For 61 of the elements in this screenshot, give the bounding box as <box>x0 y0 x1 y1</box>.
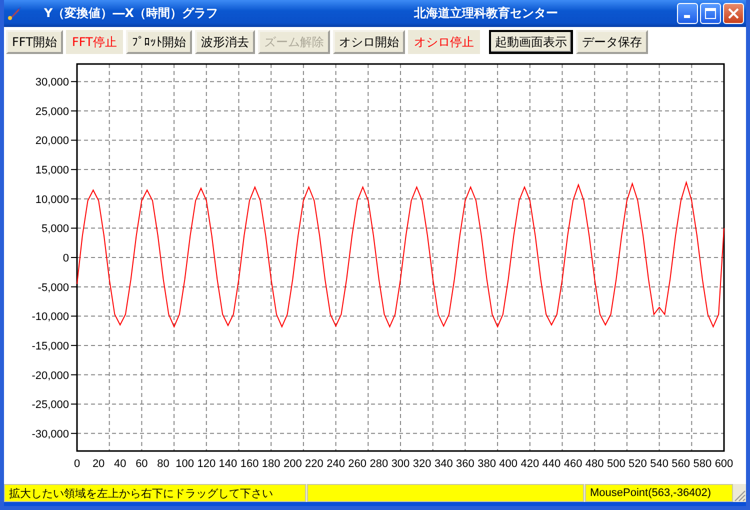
toolbar-button[interactable]: データ保存 <box>576 30 648 54</box>
x-tick-label: 380 <box>478 458 496 470</box>
y-tick-label: 10,000 <box>35 194 69 206</box>
x-tick-label: 160 <box>240 458 259 470</box>
x-tick-label: 180 <box>262 458 280 470</box>
x-tick-label: 220 <box>305 458 324 470</box>
status-hint: 拡大したい領域を左上から右下にドラッグして下さい <box>4 484 306 502</box>
x-tick-label: 140 <box>218 458 238 470</box>
x-tick-label: 600 <box>714 458 734 470</box>
close-button[interactable] <box>723 3 744 24</box>
resize-grip-icon <box>734 490 746 502</box>
y-tick-label: 0 <box>62 252 69 264</box>
y-tick-label: -30,000 <box>32 428 69 440</box>
organization-name: 北海道立理科教育センター <box>414 5 559 22</box>
rocket-icon <box>6 6 22 22</box>
x-tick-label: 520 <box>628 458 647 470</box>
y-tick-label: -5,000 <box>38 282 69 294</box>
x-tick-label: 20 <box>92 458 105 470</box>
x-tick-label: 260 <box>348 458 367 470</box>
toolbar-button[interactable]: FFT開始 <box>6 30 63 54</box>
y-tick-label: 15,000 <box>35 164 69 177</box>
x-tick-label: 560 <box>672 458 690 470</box>
x-tick-label: 100 <box>176 458 194 470</box>
y-tick-label: -15,000 <box>32 340 69 352</box>
y-tick-label: -25,000 <box>32 399 69 412</box>
x-tick-label: 320 <box>412 458 432 470</box>
x-tick-label: 400 <box>499 458 518 470</box>
x-tick-label: 240 <box>326 458 345 470</box>
x-tick-label: 340 <box>434 458 453 470</box>
x-tick-label: 420 <box>520 458 540 470</box>
window-title: Y（変換値）―X（時間）グラフ <box>44 5 219 22</box>
x-tick-label: 280 <box>370 458 388 470</box>
y-tick-label: -20,000 <box>32 370 69 382</box>
x-tick-label: 460 <box>564 458 582 470</box>
y-tick-label: 25,000 <box>35 106 69 118</box>
close-icon <box>728 8 739 19</box>
x-tick-label: 300 <box>391 458 410 470</box>
x-tick-label: 440 <box>542 458 561 470</box>
toolbar-button[interactable]: オシロ開始 <box>332 30 405 54</box>
x-tick-label: 40 <box>114 458 126 470</box>
toolbar-button[interactable]: 起動画面表示 <box>488 30 573 54</box>
toolbar-button[interactable]: ﾌﾟﾛｯﾄ開始 <box>126 30 192 54</box>
x-tick-label: 120 <box>197 458 216 470</box>
x-tick-label: 480 <box>585 458 604 470</box>
x-tick-label: 80 <box>157 458 170 470</box>
maximize-button[interactable] <box>700 3 721 24</box>
minimize-button[interactable] <box>677 3 698 24</box>
y-tick-label: 20,000 <box>35 135 69 148</box>
x-tick-label: 360 <box>456 458 474 470</box>
x-tick-label: 0 <box>74 458 80 470</box>
maximize-icon <box>705 8 716 19</box>
mouse-position: MousePoint(563,-36402) <box>585 484 733 502</box>
x-tick-label: 500 <box>606 458 626 470</box>
x-tick-label: 60 <box>136 458 148 470</box>
x-tick-label: 580 <box>693 458 712 470</box>
y-tick-label: 30,000 <box>35 76 69 89</box>
x-tick-label: 540 <box>650 458 668 470</box>
x-tick-label: 200 <box>283 458 302 470</box>
y-tick-label: 5,000 <box>41 223 69 236</box>
y-tick-label: -10,000 <box>32 311 69 324</box>
toolbar-button[interactable]: 波形消去 <box>194 30 255 54</box>
